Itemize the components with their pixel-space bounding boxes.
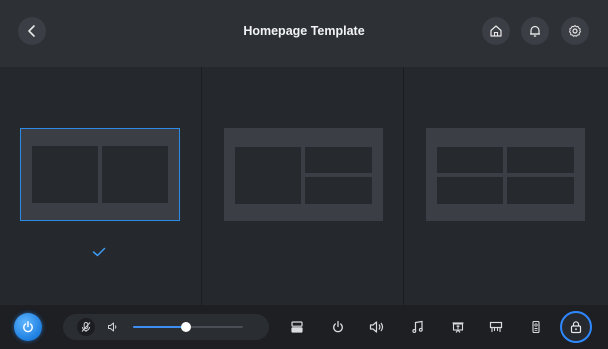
home-button[interactable]: [482, 17, 510, 45]
home-icon: [490, 25, 502, 37]
control-bar: [0, 305, 608, 349]
music-button[interactable]: [410, 319, 426, 335]
template-option-two-columns[interactable]: [0, 67, 201, 305]
mic-off-icon: [81, 322, 91, 332]
display-button[interactable]: [488, 319, 504, 335]
speaker-icon: [369, 321, 384, 333]
page-title: Homepage Template: [243, 24, 365, 38]
layout-cell: [437, 147, 503, 173]
layout-cell: [507, 177, 574, 204]
layout-cell: [305, 147, 372, 173]
power-icon: [333, 320, 343, 333]
gear-icon: [569, 25, 581, 37]
template-gallery: [0, 67, 608, 305]
lock-icon: [570, 321, 582, 334]
settings-button[interactable]: [561, 17, 589, 45]
layout-cell: [437, 177, 503, 204]
speaker-icon: [108, 322, 117, 332]
template-option-one-left-two-right[interactable]: [202, 67, 403, 305]
input-source-button[interactable]: [289, 319, 305, 335]
layout-cell: [235, 147, 301, 204]
header-bar: Homepage Template: [0, 0, 608, 67]
volume-slider-handle[interactable]: [180, 322, 191, 332]
power-button[interactable]: [330, 319, 346, 335]
main-power-button[interactable]: [14, 313, 42, 341]
music-icon: [412, 320, 423, 333]
projector-icon: [452, 322, 464, 333]
audio-button[interactable]: [369, 319, 385, 335]
mute-button[interactable]: [77, 318, 95, 336]
remote-button[interactable]: [528, 319, 544, 335]
projector-button[interactable]: [450, 319, 466, 335]
template-option-two-by-two-grid[interactable]: [404, 67, 608, 305]
checkmark-icon: [92, 247, 106, 257]
server-icon: [291, 321, 303, 333]
volume-slider[interactable]: [133, 322, 243, 332]
notifications-button[interactable]: [521, 17, 549, 45]
display-icon: [489, 321, 503, 332]
template-thumbnail: [426, 128, 585, 221]
template-thumbnail: [224, 128, 383, 221]
layout-cell: [305, 177, 372, 204]
volume-control: [63, 314, 269, 340]
layout-cell: [507, 147, 574, 173]
power-icon: [23, 321, 33, 333]
lock-button[interactable]: [560, 311, 592, 343]
layout-cell: [32, 146, 98, 203]
volume-slider-fill: [133, 326, 186, 328]
layout-cell: [102, 146, 168, 203]
bell-icon: [530, 25, 540, 37]
template-thumbnail: [21, 129, 179, 220]
remote-icon: [532, 320, 540, 334]
